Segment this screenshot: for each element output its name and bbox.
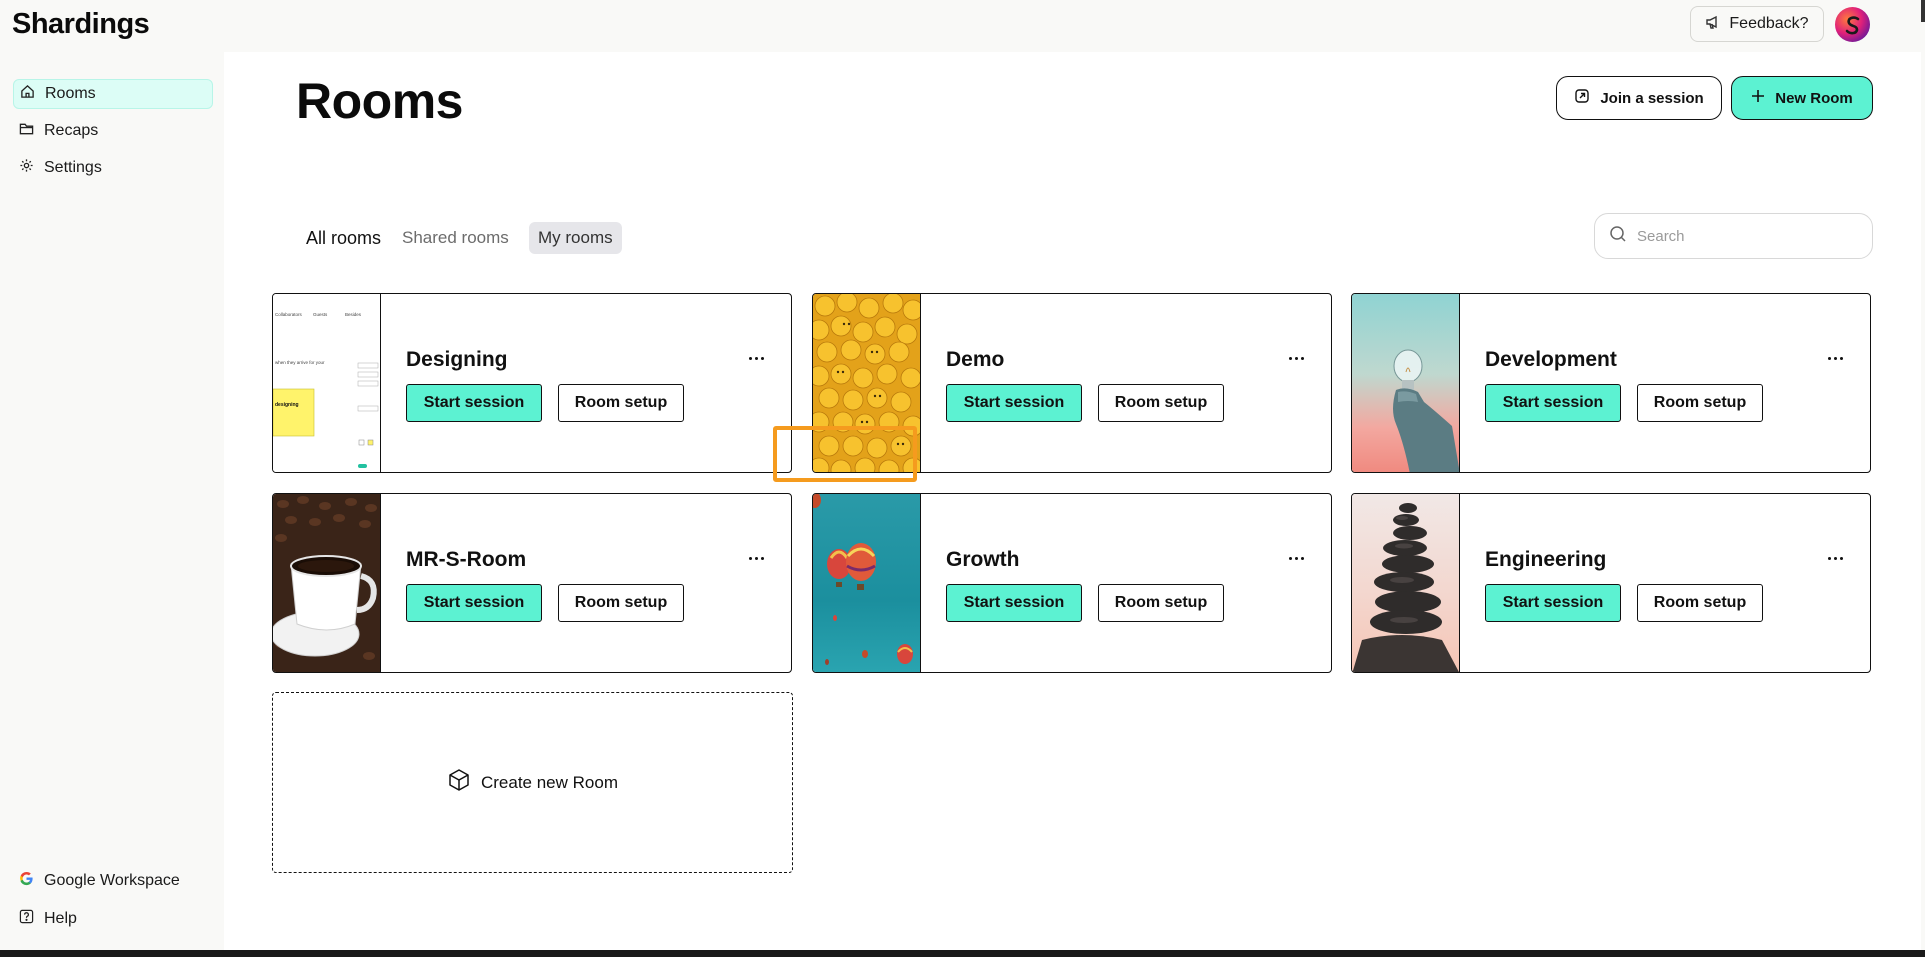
room-title: MR-S-Room [406,548,527,571]
page-title: Rooms [296,73,463,129]
gear-icon [19,158,34,178]
megaphone-icon [1705,14,1721,35]
plus-icon [1751,89,1765,107]
sidebar-item-label: Settings [44,159,102,176]
room-thumbnail [1352,294,1460,472]
new-room-button[interactable]: New Room [1731,76,1873,120]
search-box [1594,213,1873,259]
room-card-growth: Growth Start session Room setup [812,493,1332,673]
external-link-icon [1574,88,1590,108]
thumb-nav-0: Collaborators [275,312,303,317]
sidebar-item-rooms[interactable]: Rooms [13,79,213,109]
thumb-hint: when they arrive for your [275,360,325,365]
more-options-icon[interactable] [741,548,771,568]
more-options-icon[interactable] [1820,548,1850,568]
start-session-button[interactable]: Start session [406,584,542,622]
sidebar-item-label: Rooms [45,85,96,102]
room-card-engineering: Engineering Start session Room setup [1351,493,1871,673]
room-setup-button[interactable]: Room setup [1098,584,1224,622]
room-thumbnail [813,494,921,672]
room-title: Development [1485,348,1617,371]
create-new-room-button[interactable]: Create new Room [272,692,793,873]
room-thumbnail [273,494,381,672]
room-thumbnail [1352,494,1460,672]
window-bottom-edge [0,950,1925,957]
room-setup-button[interactable]: Room setup [558,384,684,422]
room-title: Engineering [1485,548,1607,571]
join-session-label: Join a session [1600,89,1704,107]
new-room-label: New Room [1775,89,1853,107]
sidebar-item-label: Help [44,910,77,927]
room-title: Designing [406,348,508,371]
sidebar-item-settings[interactable]: Settings [13,153,213,183]
more-options-icon[interactable] [741,348,771,368]
sidebar-item-label: Recaps [44,122,99,139]
feedback-label: Feedback? [1729,15,1809,32]
start-session-button[interactable]: Start session [1485,584,1621,622]
tab-shared-rooms[interactable]: Shared rooms [393,222,518,254]
room-setup-button[interactable]: Room setup [1637,384,1763,422]
cube-icon [447,768,471,797]
room-card-demo: Demo Start session Room setup [812,293,1332,473]
start-session-button[interactable]: Start session [1485,384,1621,422]
room-setup-button[interactable]: Room setup [558,584,684,622]
tab-all-rooms[interactable]: All rooms [297,222,390,254]
user-avatar[interactable] [1835,7,1870,42]
create-new-room-label: Create new Room [480,772,618,792]
start-session-button[interactable]: Start session [406,384,542,422]
sidebar-item-help[interactable]: Help [13,904,213,934]
room-title: Growth [946,548,1020,571]
home-icon [20,84,35,104]
top-bar: Shardings Feedback? [0,0,1925,52]
tab-my-rooms[interactable]: My rooms [529,222,622,254]
google-icon [19,871,34,891]
thumb-note: designing [275,402,299,408]
room-setup-button[interactable]: Room setup [1637,584,1763,622]
feedback-button[interactable]: Feedback? [1690,6,1824,42]
folder-icon [19,121,34,141]
room-title: Demo [946,348,1005,371]
app-logo[interactable]: Shardings [12,8,150,41]
join-session-button[interactable]: Join a session [1556,76,1722,120]
room-thumbnail [813,294,921,472]
start-session-button[interactable]: Start session [946,384,1082,422]
search-input[interactable] [1637,227,1847,245]
room-setup-button[interactable]: Room setup [1098,384,1224,422]
scrollbar-thumb[interactable] [1921,0,1925,22]
thumb-nav-2: Besides [345,312,362,317]
room-card-development: Development Start session Room setup [1351,293,1871,473]
start-session-button[interactable]: Start session [946,584,1082,622]
more-options-icon[interactable] [1281,348,1311,368]
sidebar-item-google-workspace[interactable]: Google Workspace [13,866,213,896]
sidebar-item-label: Google Workspace [44,872,180,889]
help-icon [19,909,34,929]
thumb-nav-1: Guests [313,312,328,317]
search-icon [1609,225,1627,248]
room-card-mr-s-room: MR-S-Room Start session Room setup [272,493,792,673]
more-options-icon[interactable] [1820,348,1850,368]
room-thumbnail: Collaborators Guests Besides when they a… [273,294,381,472]
more-options-icon[interactable] [1281,548,1311,568]
sidebar-item-recaps[interactable]: Recaps [13,116,213,146]
sidebar: Rooms Recaps Settings Google Workspace H… [0,52,224,957]
room-card-designing: Collaborators Guests Besides when they a… [272,293,792,473]
